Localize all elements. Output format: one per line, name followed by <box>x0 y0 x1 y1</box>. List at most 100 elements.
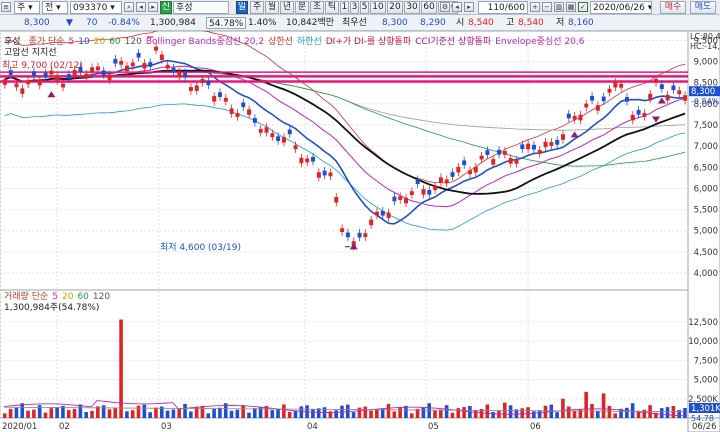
candle-body <box>502 150 507 155</box>
volume-bar <box>392 411 397 418</box>
scroll-left-icon[interactable]: ◂ <box>452 2 462 12</box>
price-volume-chart[interactable]: 9,5009,0008,5008,0007,5007,0006,5006,000… <box>0 31 720 432</box>
volume-bar <box>462 407 466 418</box>
candle-body <box>328 172 333 177</box>
buy-button[interactable]: 매수 <box>660 1 686 14</box>
volume-legend-item-0: 거래량 단순 <box>4 292 49 302</box>
stock-code-input[interactable]: 093370 ▾ <box>70 1 122 14</box>
chart-settings-icon[interactable]: ⚙ <box>440 2 450 12</box>
hc-label: HC:-14, <box>690 42 720 51</box>
candle-body <box>200 78 205 83</box>
volume-tick-label: 12,500 <box>688 318 718 328</box>
interval-button-1[interactable]: 1 <box>340 1 349 14</box>
candle-body <box>124 65 129 72</box>
candle-body <box>159 54 164 61</box>
volume-bar <box>433 410 437 418</box>
candle-body <box>456 166 461 173</box>
candle-body <box>206 80 211 86</box>
scroll-right-icon[interactable]: ▸ <box>464 2 474 12</box>
price-tick-label: 6,000 <box>694 184 718 194</box>
candle-body <box>95 66 100 71</box>
candle-body <box>212 96 217 102</box>
period-day-button[interactable]: 일 <box>236 1 248 14</box>
volume-bar <box>72 409 77 418</box>
volume-bar <box>572 410 577 418</box>
period-button-5[interactable]: 틱 <box>325 1 339 14</box>
candle-body <box>142 63 147 69</box>
period-button-0[interactable]: 주 <box>250 1 264 14</box>
signal-marker <box>47 91 56 98</box>
volume-bar <box>107 409 112 418</box>
candle-body <box>514 159 519 164</box>
interval-button-10[interactable]: 10 <box>370 1 386 14</box>
sell-button[interactable]: 매도 <box>690 1 716 14</box>
period-button-4[interactable]: 초 <box>310 1 324 14</box>
volume-bar <box>26 410 30 418</box>
candle-body <box>438 177 443 183</box>
volume-bar <box>3 413 7 418</box>
grid-icon[interactable]: ▦ <box>566 2 576 12</box>
mode2-select[interactable]: 전 ▾ <box>42 1 68 14</box>
volume-tick-label: 5,000 <box>694 376 718 386</box>
bars-icon[interactable]: ▥ <box>554 2 564 12</box>
legend-item-9: DI+가 DI-를 상향돌파 <box>325 37 412 47</box>
candle-body <box>183 72 188 77</box>
candle-body <box>613 82 618 88</box>
mode-select[interactable]: 주 ▾ <box>14 1 40 14</box>
volume-bar <box>177 408 182 418</box>
quote-bar: 8,300 ▼ 70 -0.84% 1,300,984 54.78% 1.40%… <box>0 15 720 31</box>
price-change-pct: -0.84% <box>108 18 140 28</box>
legend-item-4: 60 <box>109 37 121 47</box>
volume-bar <box>566 406 571 418</box>
volume-bar <box>20 403 25 418</box>
candle-body <box>90 67 95 73</box>
period-button-1[interactable]: 월 <box>265 1 279 14</box>
candle-body <box>148 62 153 67</box>
candle-body <box>171 67 176 73</box>
signal-marker <box>652 116 661 123</box>
prev-stock-icon[interactable]: ◂ <box>136 2 146 12</box>
volume-value-text: 1,300,984주(54.78%) <box>4 303 100 313</box>
candle-body <box>55 75 60 81</box>
range-field[interactable]: 110/600 <box>478 1 528 14</box>
volume-bar <box>351 412 356 418</box>
date-picker[interactable]: 2020/06/26 ▾ <box>590 1 652 14</box>
next-stock-icon[interactable]: ▸ <box>148 2 158 12</box>
period-button-2[interactable]: 년 <box>280 1 294 14</box>
interval-button-5[interactable]: 5 <box>360 1 369 14</box>
volume-bar <box>595 411 600 418</box>
volume-bar <box>659 408 664 418</box>
price-panel <box>0 31 688 251</box>
best-ask-price: 8,300 <box>382 18 408 28</box>
calendar-check-icon[interactable]: ✓ <box>578 2 588 12</box>
volume-bar <box>409 413 414 418</box>
candle-body <box>590 95 595 101</box>
interval-button-60[interactable]: 60 <box>421 1 437 14</box>
candle-body <box>264 127 269 133</box>
legend-item-1: 5 <box>68 37 75 47</box>
volume-bar <box>450 412 455 418</box>
search-icon[interactable]: ⌕ <box>124 2 134 12</box>
volume-bar <box>235 409 240 418</box>
legend-stock-name: 후성 <box>4 37 21 47</box>
interval-button-3[interactable]: 3 <box>350 1 359 14</box>
volume-bar <box>665 407 670 418</box>
period-button-3[interactable]: 분 <box>295 1 309 14</box>
stock-name-field: 후성 <box>173 1 229 14</box>
volume-bar <box>113 408 118 418</box>
menu-icon[interactable]: ≡ <box>1 2 11 12</box>
volume-bar <box>282 404 286 418</box>
interval-button-30[interactable]: 30 <box>404 1 420 14</box>
candle-body <box>467 170 472 175</box>
interval-button-20[interactable]: 20 <box>387 1 403 14</box>
volume-bar <box>247 412 251 418</box>
high-annotation-text: 최고 9,700 (02/12) <box>2 61 84 71</box>
volume-bar <box>369 410 373 418</box>
signal-marker <box>349 243 358 250</box>
zoom-out-icon[interactable]: − <box>542 2 552 12</box>
high-annotation: 최고 9,700 (02/12) <box>2 61 87 72</box>
candle-body <box>415 179 420 185</box>
volume-bar <box>276 409 280 418</box>
volume-bar <box>189 411 193 418</box>
zoom-in-icon[interactable]: + <box>530 2 540 12</box>
